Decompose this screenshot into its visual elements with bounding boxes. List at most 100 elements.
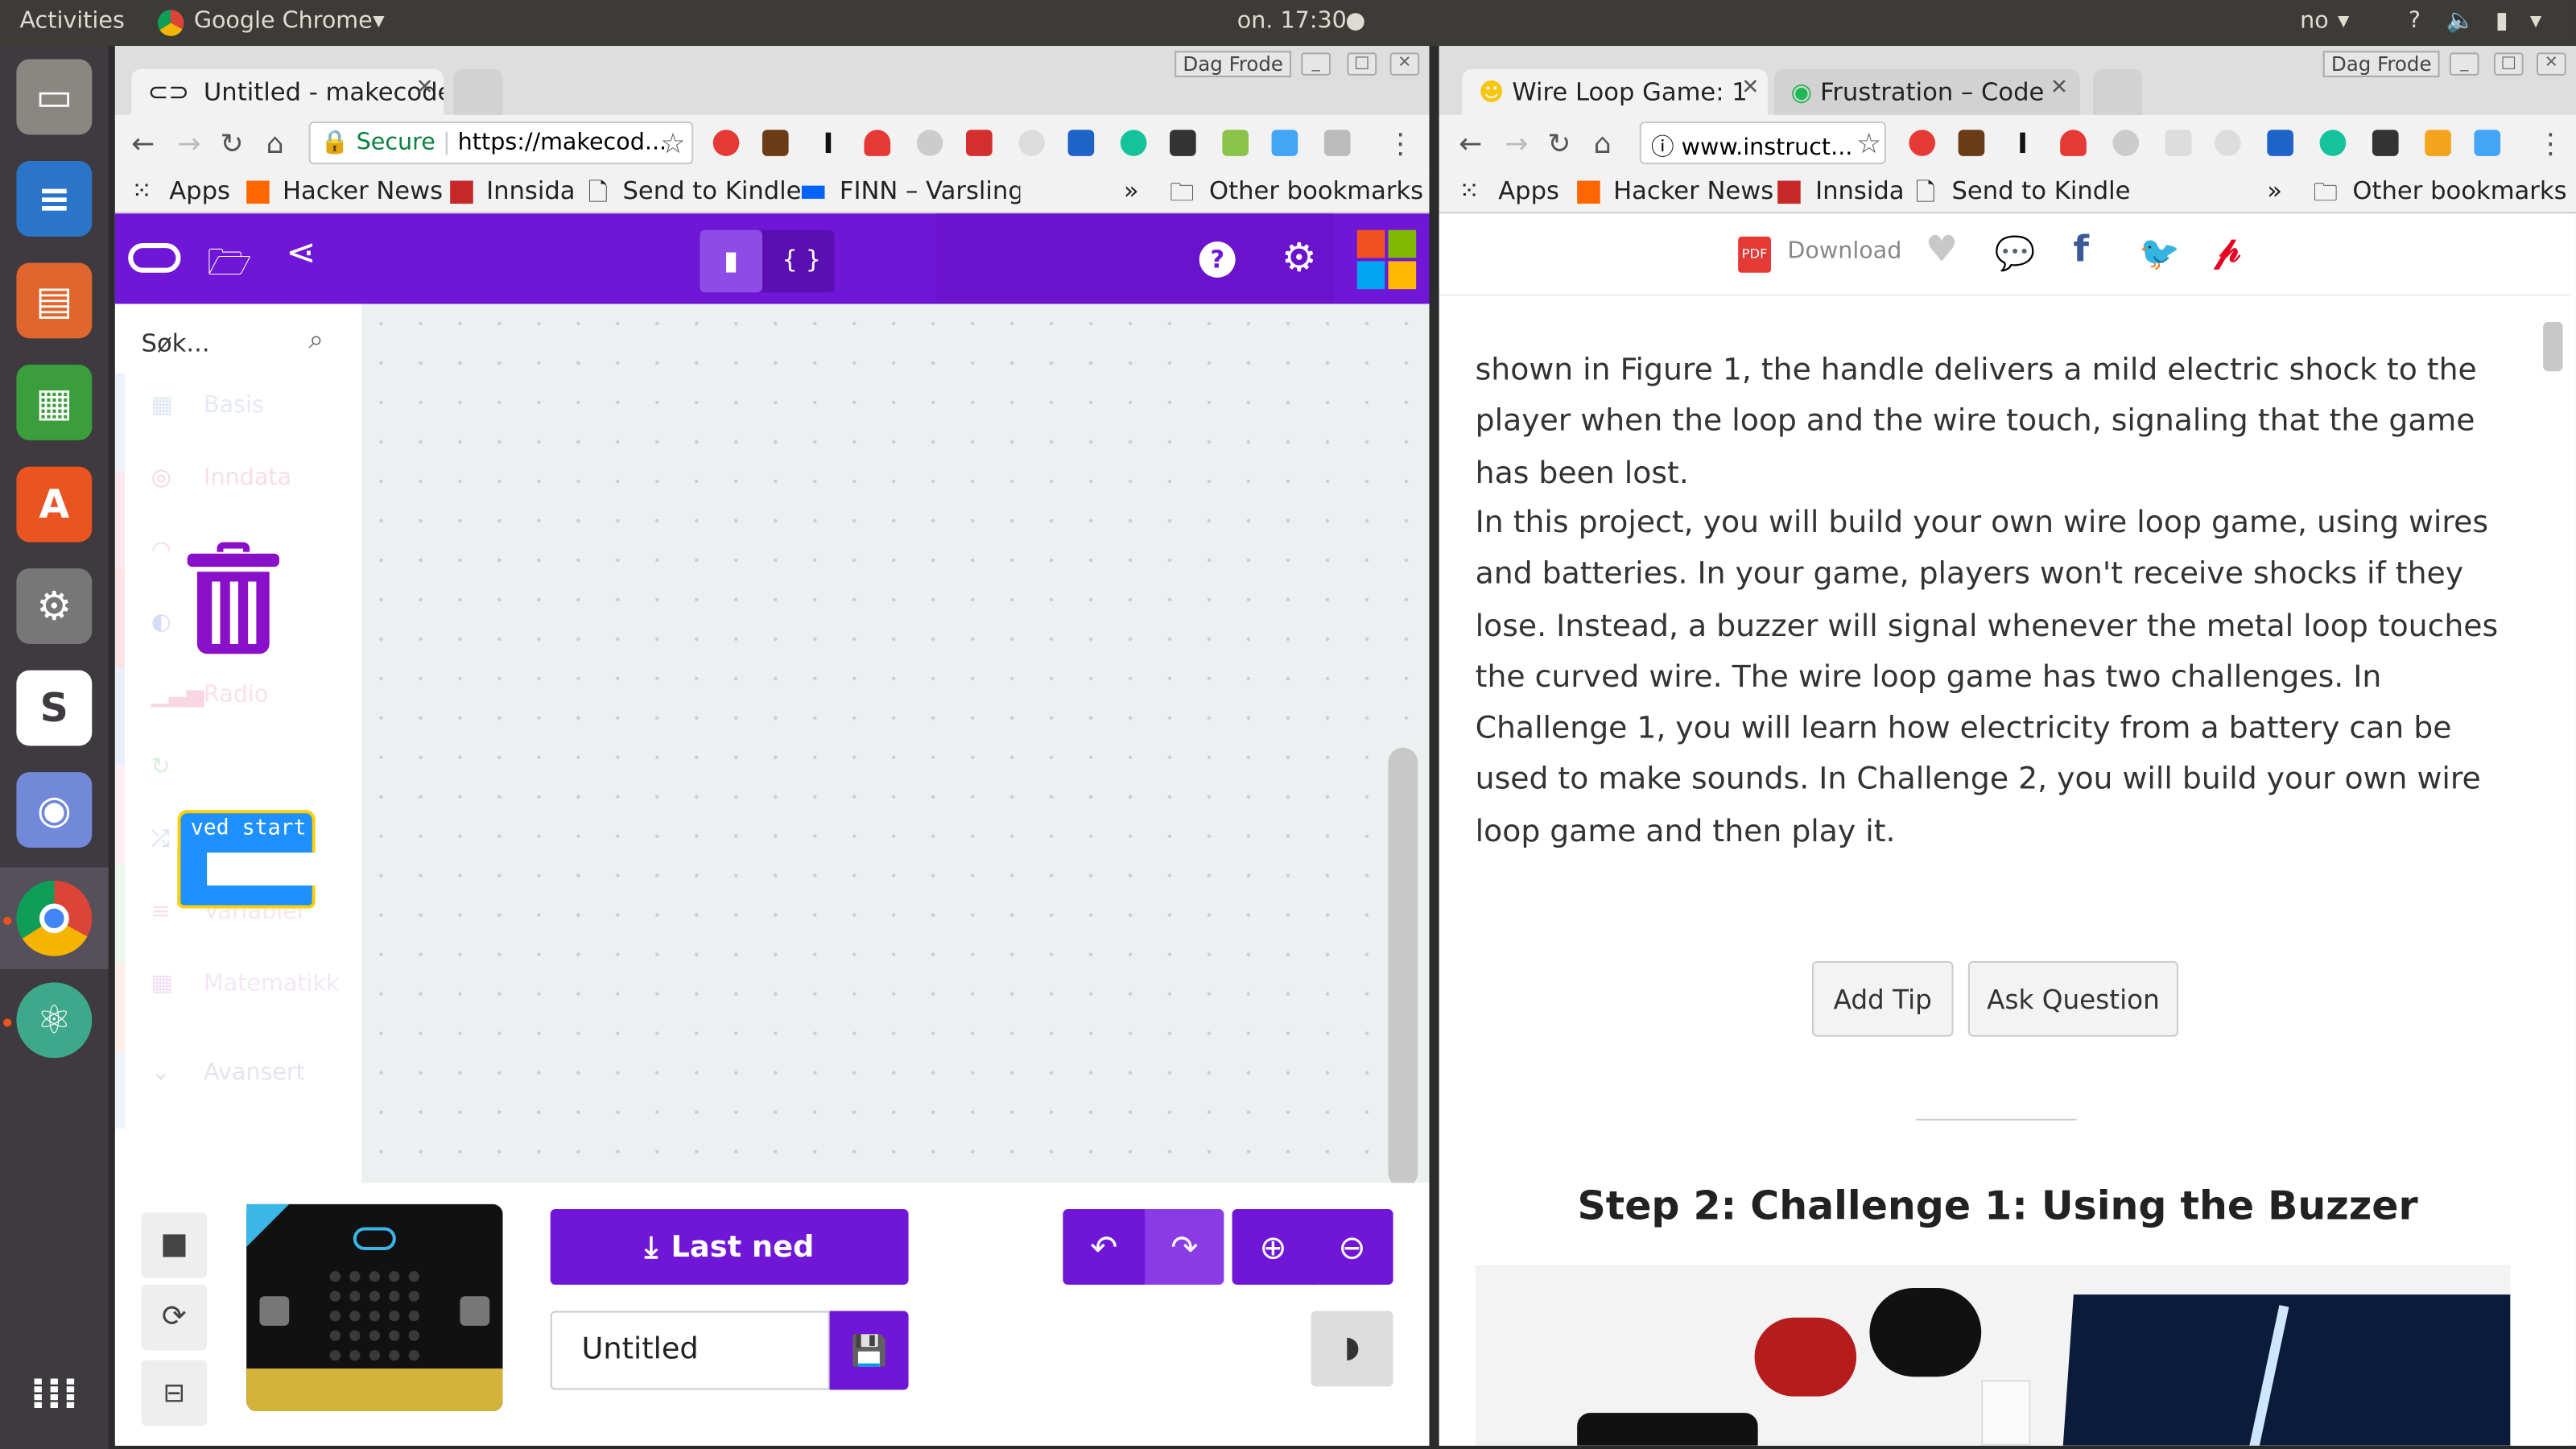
vertical-scrollbar[interactable] bbox=[1388, 747, 1418, 1188]
ask-question-button[interactable]: Ask Question bbox=[1967, 960, 2179, 1037]
bookmarks-overflow[interactable]: » bbox=[1124, 175, 1139, 205]
reload-icon[interactable]: ↻ bbox=[1547, 128, 1571, 161]
heart-icon[interactable]: ♥ bbox=[1926, 230, 1958, 271]
files-icon[interactable]: ▭ bbox=[16, 59, 93, 135]
screenshot-button[interactable]: ◗ bbox=[1311, 1311, 1393, 1387]
close-window-button[interactable]: ✕ bbox=[1389, 52, 1420, 76]
close-tab-icon[interactable]: ✕ bbox=[415, 76, 433, 101]
twitter-icon[interactable]: 🐦 bbox=[2139, 233, 2180, 273]
new-tab-button[interactable] bbox=[2092, 68, 2143, 115]
minimize-button[interactable]: _ bbox=[2449, 52, 2479, 76]
writer-icon[interactable]: ≡ bbox=[16, 160, 93, 237]
stop-button[interactable]: ■ bbox=[141, 1212, 208, 1278]
address-bar[interactable]: ⓘ www.instruct... bbox=[1639, 122, 1886, 165]
save-icon[interactable]: 💾 bbox=[829, 1311, 909, 1390]
calc-icon[interactable]: ▦ bbox=[16, 365, 93, 440]
cloud-ext-icon[interactable] bbox=[864, 130, 891, 156]
download-button[interactable]: ⤓ Last ned bbox=[550, 1209, 909, 1285]
undo-button[interactable]: ↶ bbox=[1063, 1209, 1146, 1285]
tab-frustration-code[interactable]: ◉ Frustration – Code bbox=[1774, 68, 2080, 115]
new-tab-button[interactable] bbox=[453, 68, 503, 115]
star-icon[interactable]: ☆ bbox=[1856, 128, 1881, 161]
maximize-button[interactable]: □ bbox=[1347, 52, 1377, 76]
menu-icon[interactable]: ⋮ bbox=[1386, 128, 1414, 161]
instapaper-icon[interactable]: I bbox=[2017, 128, 2028, 161]
star-icon[interactable]: ☆ bbox=[660, 128, 685, 161]
battery-icon[interactable]: ▮ bbox=[2496, 8, 2508, 35]
category-avansert[interactable]: Avansert bbox=[204, 1059, 305, 1086]
folder-open-icon[interactable]: 🗁 bbox=[207, 235, 252, 298]
bookmark-send-to-kindle[interactable]: Send to Kindle bbox=[1951, 175, 2130, 205]
chevron-down-icon[interactable]: ▾ bbox=[2530, 8, 2541, 35]
impress-icon[interactable]: ▤ bbox=[16, 262, 93, 339]
trash-icon[interactable] bbox=[184, 542, 283, 654]
page-scrollbar[interactable] bbox=[2543, 321, 2563, 372]
ext-icon[interactable] bbox=[1323, 130, 1351, 156]
chrome-icon[interactable] bbox=[16, 880, 93, 956]
back-icon[interactable]: ← bbox=[1459, 128, 1482, 161]
ext-icon[interactable] bbox=[2112, 130, 2140, 156]
download-link[interactable]: Download bbox=[1787, 238, 1901, 265]
bookmark-apps[interactable]: Apps bbox=[169, 175, 230, 205]
bookmarks-overflow[interactable]: » bbox=[2267, 175, 2282, 205]
comments-icon[interactable]: 💬 bbox=[1995, 233, 2036, 273]
bookmark-hacker-news[interactable]: Hacker News bbox=[1613, 175, 1773, 205]
grammarly-icon[interactable] bbox=[2319, 130, 2347, 156]
back-icon[interactable]: ← bbox=[131, 128, 155, 161]
close-tab-icon[interactable]: ✕ bbox=[2050, 76, 2068, 101]
microbit-logo-icon[interactable] bbox=[128, 243, 181, 273]
minimize-button[interactable]: _ bbox=[1301, 52, 1331, 76]
reload-icon[interactable]: ↻ bbox=[220, 128, 243, 161]
gear-icon[interactable]: ⚙ bbox=[1282, 235, 1317, 281]
blocks-toggle[interactable]: ▮ bbox=[700, 229, 762, 293]
address-bar[interactable]: 🔒 Secure | https://makecod... bbox=[308, 122, 694, 165]
profile-badge[interactable]: Dag Frode bbox=[1174, 51, 1292, 77]
slack-icon[interactable]: S bbox=[16, 670, 93, 746]
bookmark-hacker-news[interactable]: Hacker News bbox=[283, 175, 443, 205]
instapaper-icon[interactable]: I bbox=[823, 128, 833, 161]
zoom-out-button[interactable]: ⊖ bbox=[1311, 1209, 1393, 1285]
collapse-simulator-button[interactable]: ⊟ bbox=[141, 1360, 208, 1426]
zoom-in-button[interactable]: ⊕ bbox=[1232, 1209, 1315, 1285]
ext-icon[interactable] bbox=[2165, 130, 2192, 156]
other-bookmarks[interactable]: Other bookmarks bbox=[2352, 175, 2566, 205]
share-icon[interactable]: ⋖ bbox=[286, 233, 316, 275]
activities-button[interactable]: Activities bbox=[19, 8, 124, 35]
restart-button[interactable]: ⟳ bbox=[141, 1284, 208, 1351]
blocks-workspace[interactable] bbox=[361, 303, 1430, 1224]
ext-icon[interactable] bbox=[1271, 130, 1298, 156]
software-center-icon[interactable]: A bbox=[16, 466, 93, 543]
menu-icon[interactable]: ⋮ bbox=[2537, 128, 2565, 161]
microsoft-logo-icon[interactable] bbox=[1356, 229, 1417, 290]
bookmark-send-to-kindle[interactable]: Send to Kindle bbox=[622, 175, 801, 205]
close-window-button[interactable]: ✕ bbox=[2536, 52, 2566, 76]
bookmark-finn[interactable]: FINN – Varslinge bbox=[840, 175, 1020, 205]
forward-icon[interactable]: → bbox=[177, 128, 200, 161]
keyboard-layout[interactable]: no bbox=[2300, 8, 2329, 35]
ext-icon[interactable] bbox=[2214, 130, 2241, 156]
ext-icon[interactable] bbox=[916, 130, 943, 156]
ext-icon[interactable] bbox=[2372, 130, 2399, 156]
volume-icon[interactable]: 🔈 bbox=[2446, 8, 2475, 35]
tab-makecode[interactable]: ⊂⊃ Untitled - makecode bbox=[131, 68, 444, 115]
forward-icon[interactable]: → bbox=[1505, 128, 1528, 161]
category-inndata[interactable]: Inndata bbox=[204, 465, 291, 492]
category-basis[interactable]: Basis bbox=[204, 393, 264, 419]
ext-icon[interactable] bbox=[1018, 130, 1045, 156]
home-icon[interactable]: ⌂ bbox=[266, 128, 284, 161]
help-icon[interactable]: ? bbox=[1199, 241, 1236, 278]
ext-icon[interactable] bbox=[2425, 130, 2451, 156]
discord-icon[interactable]: ◉ bbox=[16, 772, 93, 848]
button-a[interactable] bbox=[259, 1296, 290, 1326]
maximize-button[interactable]: □ bbox=[2493, 52, 2524, 76]
bookmark-apps[interactable]: Apps bbox=[1498, 175, 1559, 205]
new-ext-icon[interactable] bbox=[1067, 130, 1095, 156]
grammarly-icon[interactable] bbox=[1120, 130, 1147, 156]
ext-icon[interactable] bbox=[1222, 130, 1249, 156]
opera-ext-icon[interactable] bbox=[712, 130, 740, 156]
apps-grid-icon[interactable]: ⁞⁞⁞ bbox=[16, 1357, 92, 1433]
on-start-block[interactable]: ved start bbox=[177, 810, 316, 909]
other-bookmarks[interactable]: Other bookmarks bbox=[1209, 175, 1423, 205]
help-icon[interactable]: ? bbox=[2409, 8, 2421, 35]
ext-icon[interactable] bbox=[965, 130, 993, 156]
